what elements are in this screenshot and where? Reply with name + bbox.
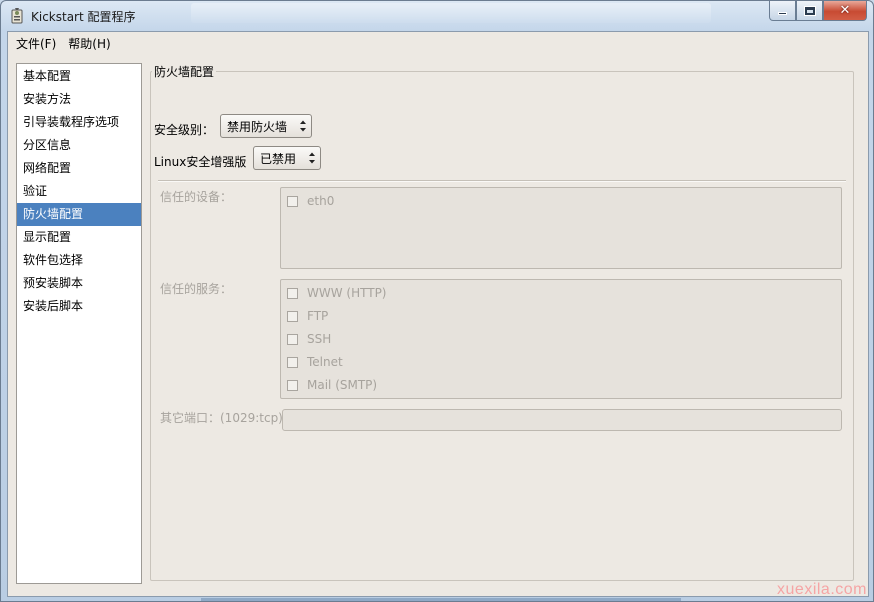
other-ports-input[interactable] bbox=[282, 409, 842, 431]
sidebar-item-auth[interactable]: 验证 bbox=[17, 180, 141, 203]
checkbox[interactable] bbox=[287, 310, 298, 322]
trusted-devices-list: eth0 bbox=[280, 187, 842, 269]
client-area: 文件(F) 帮助(H) 基本配置 安装方法 引导装载程序选项 分区信息 网络配置… bbox=[7, 31, 869, 597]
checkbox[interactable] bbox=[287, 379, 298, 391]
sidebar-item-display[interactable]: 显示配置 bbox=[17, 226, 141, 249]
service-label: Mail (SMTP) bbox=[307, 378, 378, 392]
sidebar-item-bootloader[interactable]: 引导装载程序选项 bbox=[17, 111, 141, 134]
sidebar-item-firewall[interactable]: 防火墙配置 bbox=[17, 203, 141, 226]
menu-help[interactable]: 帮助(H) bbox=[68, 35, 110, 52]
device-label: eth0 bbox=[307, 194, 335, 208]
caption-buttons: ✕ bbox=[769, 1, 867, 21]
checkbox[interactable] bbox=[287, 287, 298, 299]
service-label: SSH bbox=[307, 332, 332, 346]
separator bbox=[158, 180, 846, 182]
service-checkbox-row[interactable]: Mail (SMTP) bbox=[287, 376, 377, 394]
service-checkbox-row[interactable]: SSH bbox=[287, 330, 331, 348]
sidebar-item-network[interactable]: 网络配置 bbox=[17, 157, 141, 180]
device-checkbox-row[interactable]: eth0 bbox=[287, 192, 334, 210]
trusted-services-list: WWW (HTTP) FTP SSH Telnet Mail (SMTP) bbox=[280, 279, 842, 399]
updown-arrow-icon bbox=[300, 120, 306, 132]
other-ports-label: 其它端口：(1029:tcp) bbox=[160, 411, 283, 425]
security-level-combo[interactable]: 禁用防火墙 bbox=[220, 114, 312, 138]
sidebar-item-packages[interactable]: 软件包选择 bbox=[17, 249, 141, 272]
selinux-combo[interactable]: 已禁用 bbox=[253, 146, 321, 170]
section-list: 基本配置 安装方法 引导装载程序选项 分区信息 网络配置 验证 防火墙配置 显示… bbox=[16, 63, 142, 584]
service-label: WWW (HTTP) bbox=[307, 286, 387, 300]
window-title: Kickstart 配置程序 bbox=[31, 10, 136, 24]
app-window: Kickstart 配置程序 ✕ 文件(F) 帮助(H) 基本配置 安装方法 引… bbox=[0, 0, 874, 602]
minimize-icon bbox=[778, 12, 787, 15]
security-level-value: 禁用防火墙 bbox=[227, 119, 288, 134]
close-button[interactable]: ✕ bbox=[823, 1, 867, 21]
trusted-services-label: 信任的服务： bbox=[160, 282, 233, 296]
sidebar-item-basic[interactable]: 基本配置 bbox=[17, 65, 141, 88]
taskbar-edge bbox=[201, 598, 681, 601]
service-checkbox-row[interactable]: FTP bbox=[287, 307, 328, 325]
service-checkbox-row[interactable]: Telnet bbox=[287, 353, 343, 371]
sidebar-item-install-method[interactable]: 安装方法 bbox=[17, 88, 141, 111]
kickstart-app-icon bbox=[11, 8, 23, 24]
minimize-button[interactable] bbox=[769, 1, 796, 21]
checkbox[interactable] bbox=[287, 195, 298, 207]
service-label: FTP bbox=[307, 309, 329, 323]
watermark-text: xuexila.com bbox=[777, 581, 867, 598]
selinux-value: 已禁用 bbox=[260, 151, 297, 166]
sidebar-item-partition[interactable]: 分区信息 bbox=[17, 134, 141, 157]
service-label: Telnet bbox=[307, 355, 343, 369]
trusted-devices-label: 信任的设备： bbox=[160, 190, 233, 204]
title-bar[interactable]: Kickstart 配置程序 ✕ bbox=[1, 1, 873, 31]
sidebar-item-post-script[interactable]: 安装后脚本 bbox=[17, 295, 141, 318]
close-icon: ✕ bbox=[839, 3, 851, 18]
checkbox[interactable] bbox=[287, 356, 298, 368]
selinux-label: Linux安全增强版 bbox=[154, 155, 247, 169]
maximize-icon bbox=[803, 5, 816, 16]
service-checkbox-row[interactable]: WWW (HTTP) bbox=[287, 284, 386, 302]
security-level-label: 安全级别： bbox=[154, 123, 215, 137]
group-title: 防火墙配置 bbox=[152, 63, 217, 80]
menu-bar: 文件(F) 帮助(H) bbox=[8, 32, 868, 54]
background-toolbar-glass bbox=[191, 3, 711, 23]
updown-arrow-icon bbox=[309, 152, 315, 164]
firewall-config-panel: 防火墙配置 安全级别： 禁用防火墙 Linux安全增强版 已禁用 信任的设备： bbox=[150, 63, 856, 584]
sidebar-item-pre-script[interactable]: 预安装脚本 bbox=[17, 272, 141, 295]
menu-file[interactable]: 文件(F) bbox=[16, 35, 56, 52]
checkbox[interactable] bbox=[287, 333, 298, 345]
maximize-button[interactable] bbox=[796, 1, 823, 21]
